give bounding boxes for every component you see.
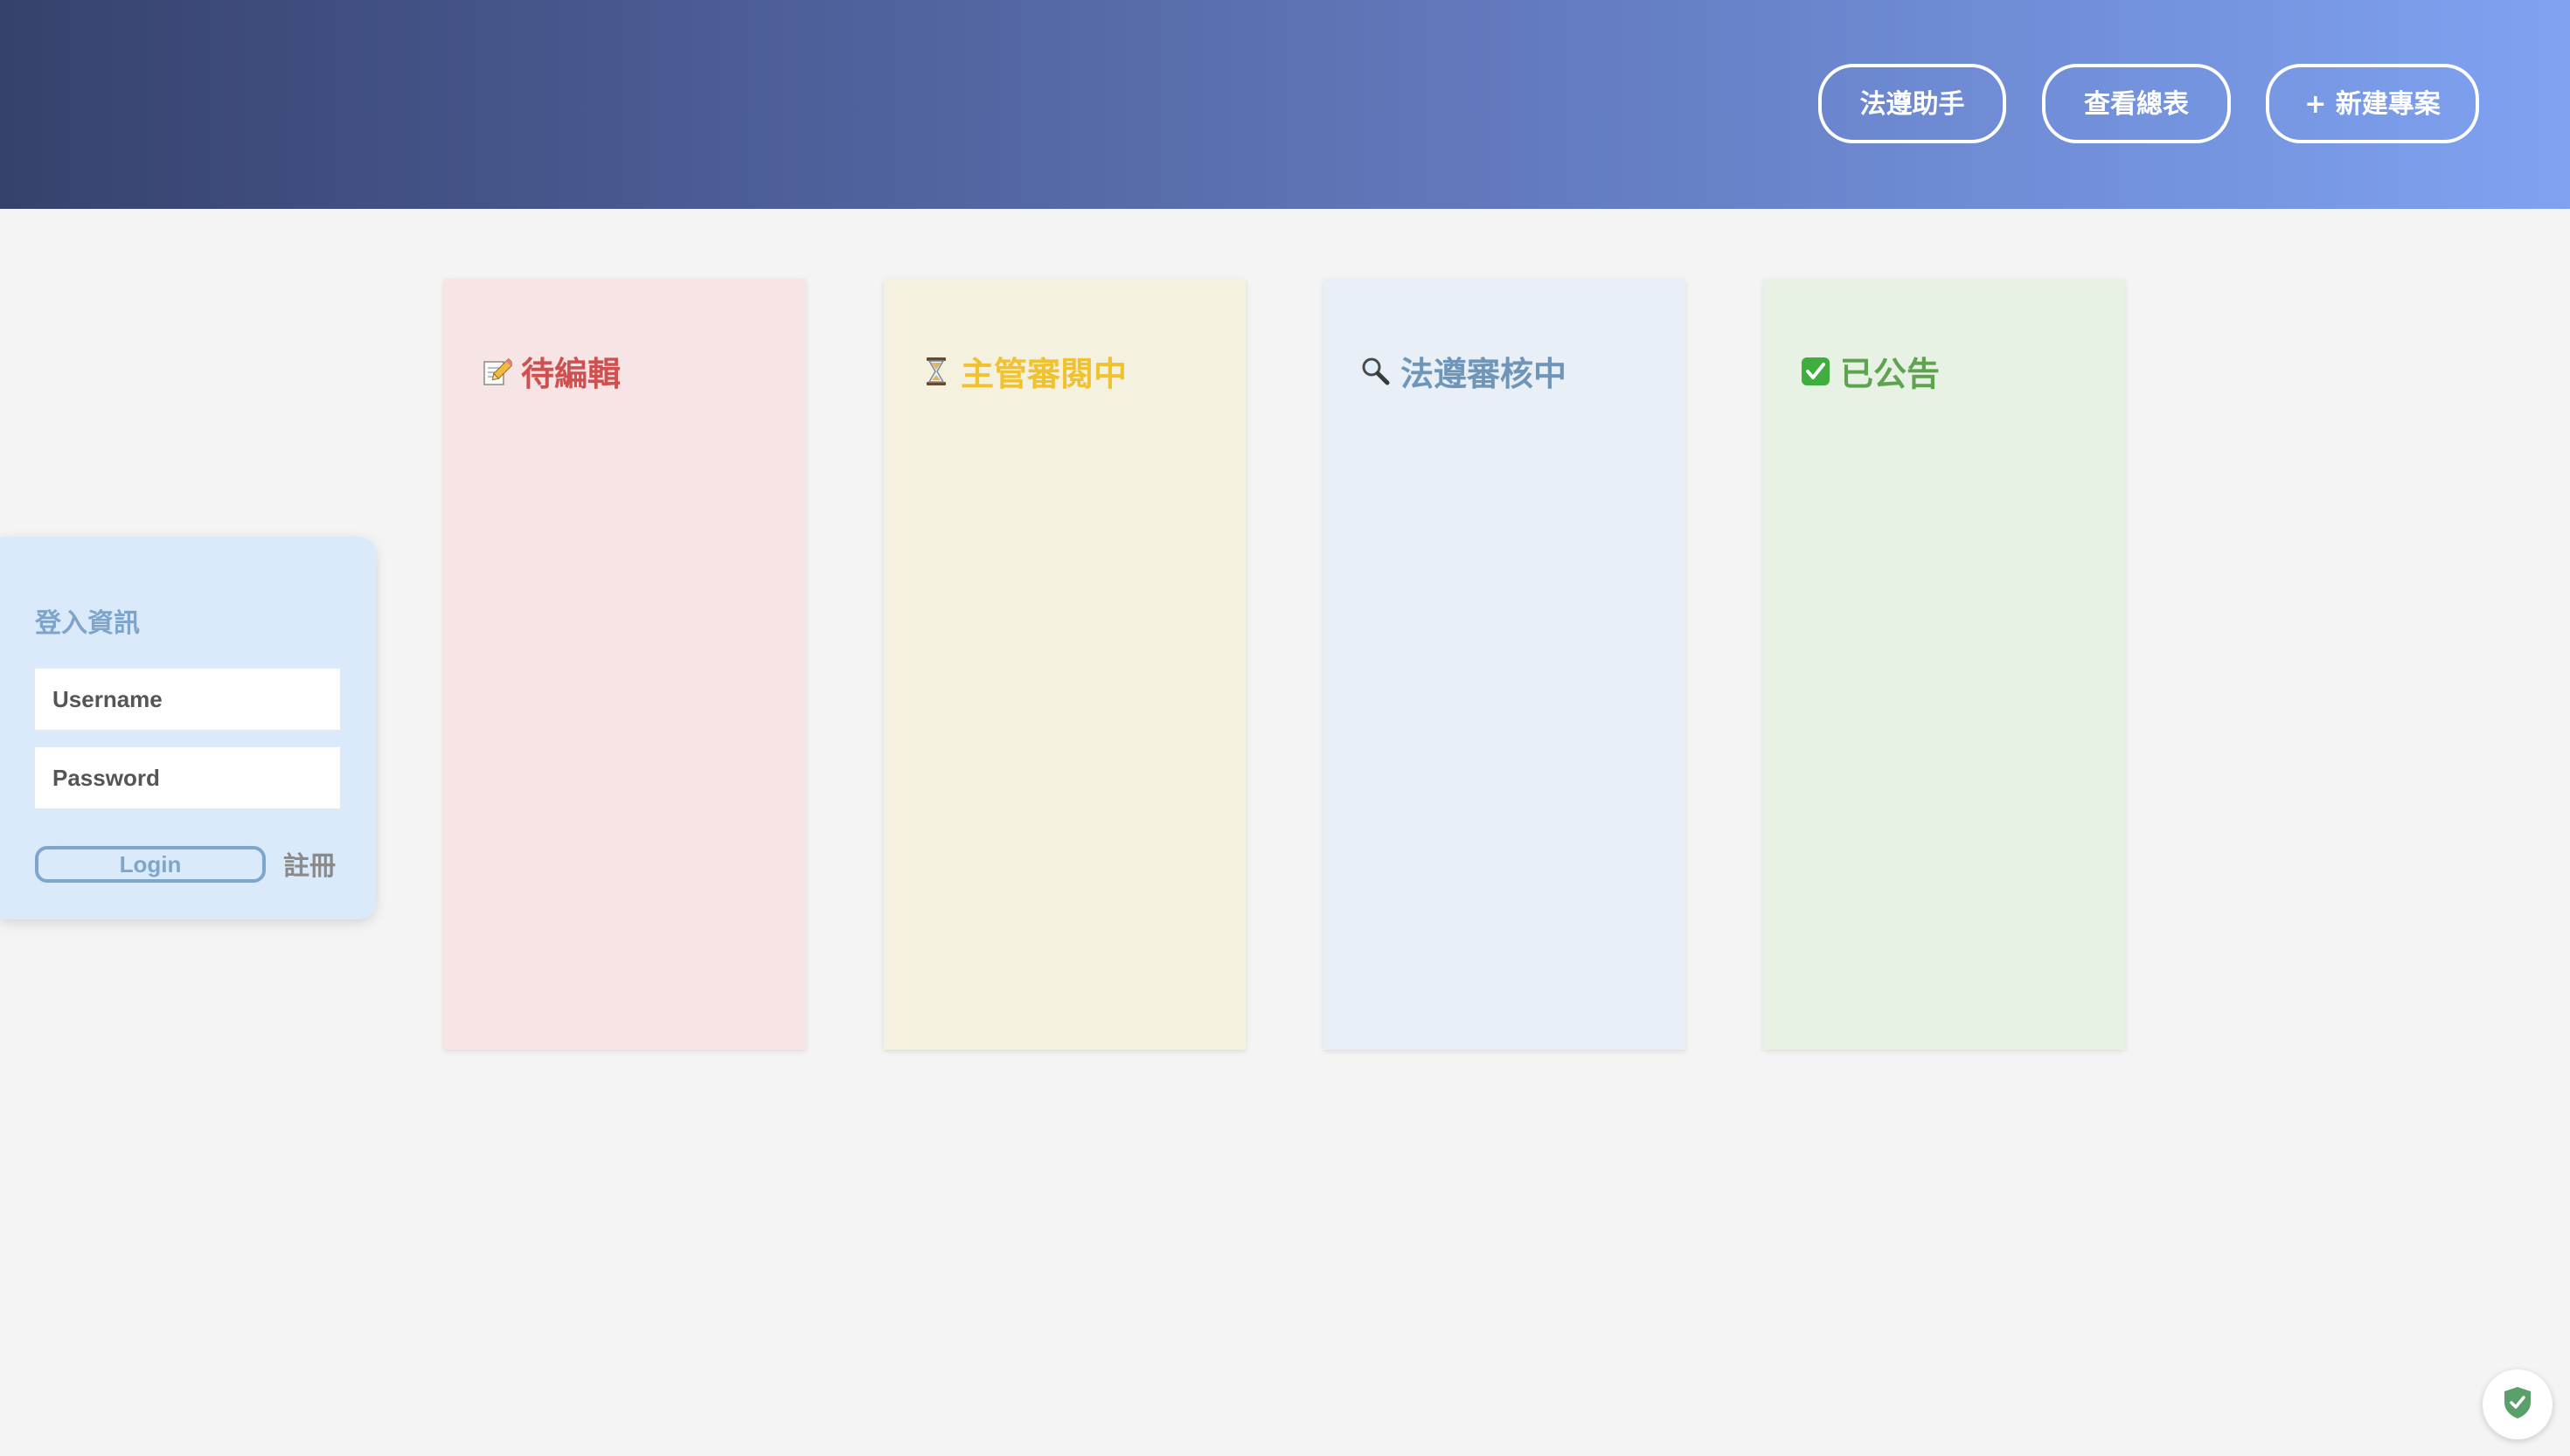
register-link[interactable]: 註冊 xyxy=(283,844,336,883)
column-title: 已公告 xyxy=(1840,355,1941,393)
column-compliance-review: 法遵審核中 xyxy=(1323,279,1685,1050)
column-header: 已公告 xyxy=(1800,347,1940,395)
shield-check-icon xyxy=(2498,1383,2537,1425)
column-title: 法遵審核中 xyxy=(1400,355,1567,393)
login-title: 登入資訊 xyxy=(35,608,140,639)
column-pending-edit: 待編輯 xyxy=(444,279,806,1050)
new-project-button[interactable]: + 新建專案 xyxy=(2266,64,2479,143)
memo-icon xyxy=(481,356,515,387)
password-input[interactable] xyxy=(35,747,340,808)
magnifier-icon xyxy=(1360,356,1392,387)
column-header: 法遵審核中 xyxy=(1360,347,1566,395)
column-manager-review: 主管審閱中 xyxy=(884,279,1246,1050)
column-header: 主管審閱中 xyxy=(920,347,1127,395)
username-input[interactable] xyxy=(35,669,340,730)
column-header: 待編輯 xyxy=(481,347,621,395)
compliance-assistant-button[interactable]: 法遵助手 xyxy=(1818,64,2006,143)
check-box-icon xyxy=(1800,356,1831,387)
column-published: 已公告 xyxy=(1763,279,2125,1050)
column-title: 待編輯 xyxy=(521,355,622,393)
hourglass-icon xyxy=(920,356,952,387)
shield-badge-button[interactable] xyxy=(2483,1369,2553,1439)
header-bar: 法遵助手 查看總表 + 新建專案 xyxy=(0,0,2570,209)
view-summary-button[interactable]: 查看總表 xyxy=(2042,64,2231,143)
login-button[interactable]: Login xyxy=(35,846,266,883)
column-title: 主管審閱中 xyxy=(961,355,1128,393)
login-panel: 登入資訊 Login 註冊 xyxy=(0,537,376,919)
